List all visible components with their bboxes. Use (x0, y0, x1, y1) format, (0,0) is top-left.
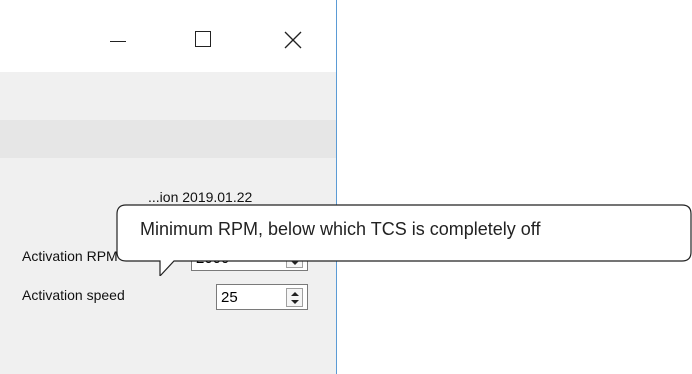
app-window: ...ion 2019.01.22 Activation RPM 2000 Ac… (0, 0, 337, 374)
close-icon (284, 31, 302, 49)
activation-rpm-label: Activation RPM (22, 248, 118, 264)
activation-rpm-stepper[interactable]: 2000 (191, 245, 308, 271)
minimize-icon (110, 41, 126, 42)
activation-rpm-value[interactable]: 2000 (196, 250, 229, 267)
activation-speed-stepper[interactable]: 25 (216, 284, 308, 310)
decrement-button[interactable] (287, 259, 302, 267)
decrement-button[interactable] (287, 298, 302, 306)
chevron-up-icon (291, 292, 299, 296)
increment-button[interactable] (287, 290, 302, 298)
tool-strip (0, 120, 336, 158)
increment-button[interactable] (287, 251, 302, 259)
stepper-arrows (286, 249, 303, 268)
maximize-button[interactable] (180, 18, 228, 62)
chevron-up-icon (291, 253, 299, 257)
title-bar (0, 0, 336, 72)
close-button[interactable] (270, 18, 318, 62)
maximize-icon (195, 31, 211, 47)
chevron-down-icon (291, 300, 299, 304)
minimize-button[interactable] (94, 18, 142, 62)
activation-speed-value[interactable]: 25 (221, 289, 238, 306)
version-text: ...ion 2019.01.22 (148, 189, 253, 205)
chevron-down-icon (291, 261, 299, 265)
activation-speed-label: Activation speed (22, 287, 125, 303)
menu-bar (0, 72, 336, 120)
stepper-arrows (286, 288, 303, 307)
